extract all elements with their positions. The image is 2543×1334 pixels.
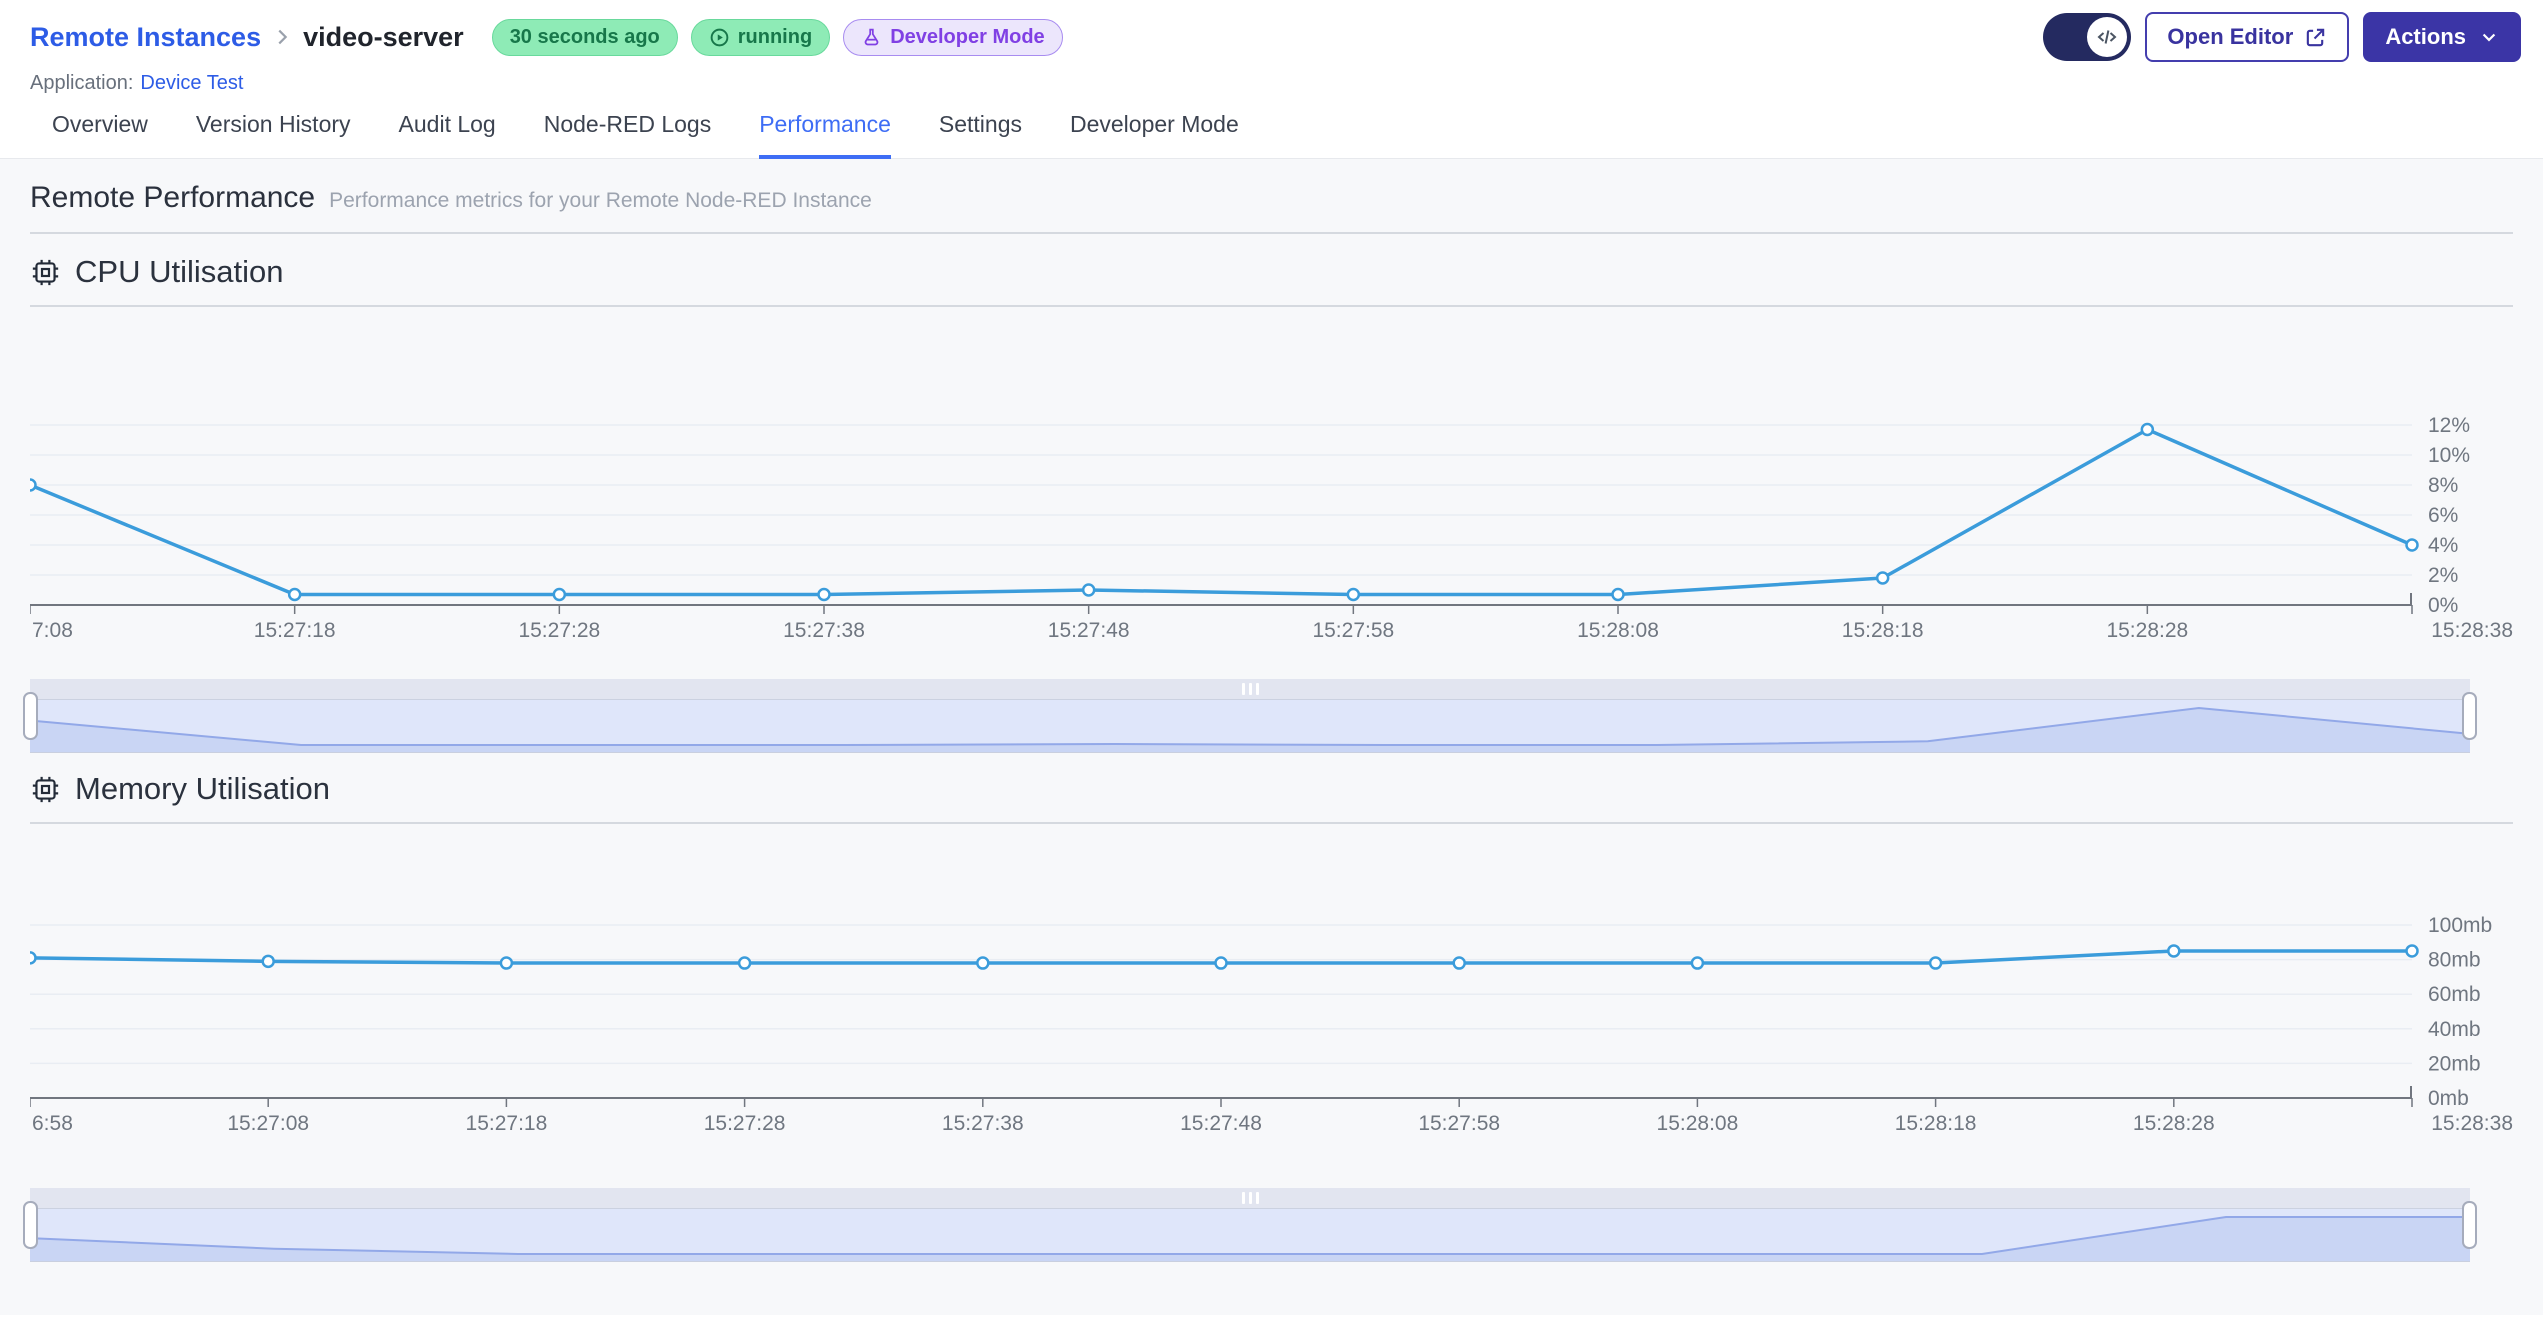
svg-text:80mb: 80mb — [2428, 949, 2481, 972]
svg-text:15:28:38: 15:28:38 — [2431, 1112, 2513, 1135]
svg-text:15:28:28: 15:28:28 — [2133, 1112, 2215, 1135]
page-subtitle: Performance metrics for your Remote Node… — [329, 189, 872, 212]
svg-text:15:27:18: 15:27:18 — [466, 1112, 548, 1135]
cpu-chip-icon — [32, 259, 59, 285]
svg-text:2%: 2% — [2428, 564, 2458, 587]
last-seen-badge: 30 seconds ago — [491, 18, 678, 56]
svg-text:15:28:18: 15:28:18 — [1842, 619, 1924, 642]
svg-text:20mb: 20mb — [2428, 1052, 2481, 1075]
svg-text:4%: 4% — [2428, 534, 2458, 557]
svg-text:15:27:38: 15:27:38 — [783, 619, 865, 642]
application-label: Application: — [30, 72, 134, 94]
tab-performance[interactable]: Performance — [759, 111, 891, 159]
cpu-zoom-area — [30, 700, 2470, 753]
tab-version-history[interactable]: Version History — [196, 111, 351, 159]
svg-text:40mb: 40mb — [2428, 1018, 2481, 1041]
developer-mode-toggle[interactable] — [2043, 13, 2132, 61]
svg-text:15:28:18: 15:28:18 — [1895, 1112, 1977, 1135]
svg-text:15:28:38: 15:28:38 — [2431, 619, 2513, 642]
divider — [30, 822, 2513, 824]
cpu-zoom-slider[interactable] — [23, 679, 2477, 753]
svg-text:15:28:08: 15:28:08 — [1577, 619, 1659, 642]
svg-text:15:28:08: 15:28:08 — [1657, 1112, 1739, 1135]
flask-icon — [864, 28, 879, 45]
code-icon — [2097, 30, 2117, 44]
status-badge: running — [690, 18, 831, 56]
memory-chip-icon — [32, 776, 59, 802]
divider — [30, 305, 2513, 307]
external-link-icon — [2307, 28, 2325, 46]
svg-text:0%: 0% — [2428, 594, 2458, 617]
tab-bar: Overview Version History Audit Log Node-… — [0, 95, 2543, 159]
memory-section-title: Memory Utilisation — [75, 771, 330, 806]
page-title: Remote Performance — [30, 181, 316, 214]
svg-text:15:27:28: 15:27:28 — [704, 1112, 786, 1135]
tab-audit-log[interactable]: Audit Log — [399, 111, 496, 159]
chevron-right-icon — [278, 29, 288, 45]
svg-text:60mb: 60mb — [2428, 983, 2481, 1006]
cpu-chart: 0% 2% 4% 6% 8% 10% 12% 7:08 15:27:18 15:27:28 15:2… — [30, 414, 2513, 642]
cpu-zoom-move-handle[interactable] — [30, 679, 2470, 700]
tab-node-red-logs[interactable]: Node-RED Logs — [544, 111, 711, 159]
tab-developer-mode[interactable]: Developer Mode — [1070, 111, 1239, 159]
cpu-zoom-left-handle[interactable] — [23, 692, 38, 740]
open-editor-label: Open Editor — [2167, 24, 2294, 49]
svg-text:15:27:58: 15:27:58 — [1418, 1112, 1500, 1135]
svg-text:8%: 8% — [2428, 474, 2458, 497]
header-controls: Open Editor Actions — [2043, 12, 2521, 62]
svg-text:15:27:48: 15:27:48 — [1048, 619, 1130, 642]
memory-zoom-right-handle[interactable] — [2462, 1201, 2477, 1249]
svg-text:15:27:58: 15:27:58 — [1312, 619, 1394, 642]
memory-chart: 0mb 20mb 40mb 60mb 80mb 100mb 6:58 15:27:08 15:2… — [30, 914, 2513, 1135]
cpu-section-title: CPU Utilisation — [75, 254, 284, 289]
page-header: Remote Performance Performance metrics f… — [30, 159, 2513, 215]
memory-zoom-left-handle[interactable] — [23, 1201, 38, 1249]
svg-text:15:27:08: 15:27:08 — [227, 1112, 309, 1135]
svg-text:6%: 6% — [2428, 504, 2458, 527]
svg-text:100mb: 100mb — [2428, 914, 2492, 937]
memory-zoom-shadow-chart — [30, 1216, 2470, 1261]
page-instance-name: video-server — [303, 21, 464, 52]
top-bar: Remote Instances video-server 30 seconds… — [0, 0, 2543, 95]
developer-mode-badge: Developer Mode — [843, 18, 1063, 56]
last-seen-label: 30 seconds ago — [509, 25, 660, 48]
open-editor-button[interactable]: Open Editor — [2145, 12, 2350, 62]
toggle-knob — [2087, 17, 2128, 57]
cpu-zoom-shadow-chart — [30, 706, 2470, 752]
status-label: running — [737, 25, 813, 48]
svg-text:6:58: 6:58 — [32, 1112, 73, 1135]
cpu-section-header: CPU Utilisation — [30, 254, 2513, 290]
application-link[interactable]: Device Test — [140, 72, 243, 95]
breadcrumb-parent-link[interactable]: Remote Instances — [30, 22, 261, 53]
svg-text:10%: 10% — [2428, 444, 2470, 467]
developer-mode-label: Developer Mode — [890, 25, 1045, 48]
svg-text:15:28:28: 15:28:28 — [2106, 619, 2188, 642]
breadcrumb: Remote Instances video-server — [30, 22, 464, 53]
memory-zoom-area — [30, 1209, 2470, 1262]
tab-overview[interactable]: Overview — [52, 111, 148, 159]
chevron-down-icon — [2482, 33, 2496, 42]
tab-settings[interactable]: Settings — [939, 111, 1022, 159]
status-badges: 30 seconds ago running Developer Mode — [491, 18, 1063, 56]
actions-button[interactable]: Actions — [2363, 12, 2521, 62]
actions-label: Actions — [2385, 24, 2466, 49]
application-line: Application: Device Test — [30, 72, 2521, 95]
svg-text:15:27:38: 15:27:38 — [942, 1112, 1024, 1135]
divider — [30, 232, 2513, 234]
memory-zoom-move-handle[interactable] — [30, 1188, 2470, 1209]
performance-panel: Remote Performance Performance metrics f… — [0, 159, 2543, 1315]
svg-text:15:27:18: 15:27:18 — [254, 619, 336, 642]
memory-zoom-slider[interactable] — [23, 1188, 2477, 1262]
memory-section-header: Memory Utilisation — [30, 771, 2513, 807]
svg-text:7:08: 7:08 — [32, 619, 73, 642]
svg-text:12%: 12% — [2428, 414, 2470, 437]
svg-text:15:27:48: 15:27:48 — [1180, 1112, 1262, 1135]
cpu-zoom-right-handle[interactable] — [2462, 692, 2477, 740]
svg-text:15:27:28: 15:27:28 — [518, 619, 600, 642]
svg-text:0mb: 0mb — [2428, 1087, 2469, 1110]
play-circle-icon — [710, 28, 729, 46]
header-row: Remote Instances video-server 30 seconds… — [30, 12, 2521, 62]
